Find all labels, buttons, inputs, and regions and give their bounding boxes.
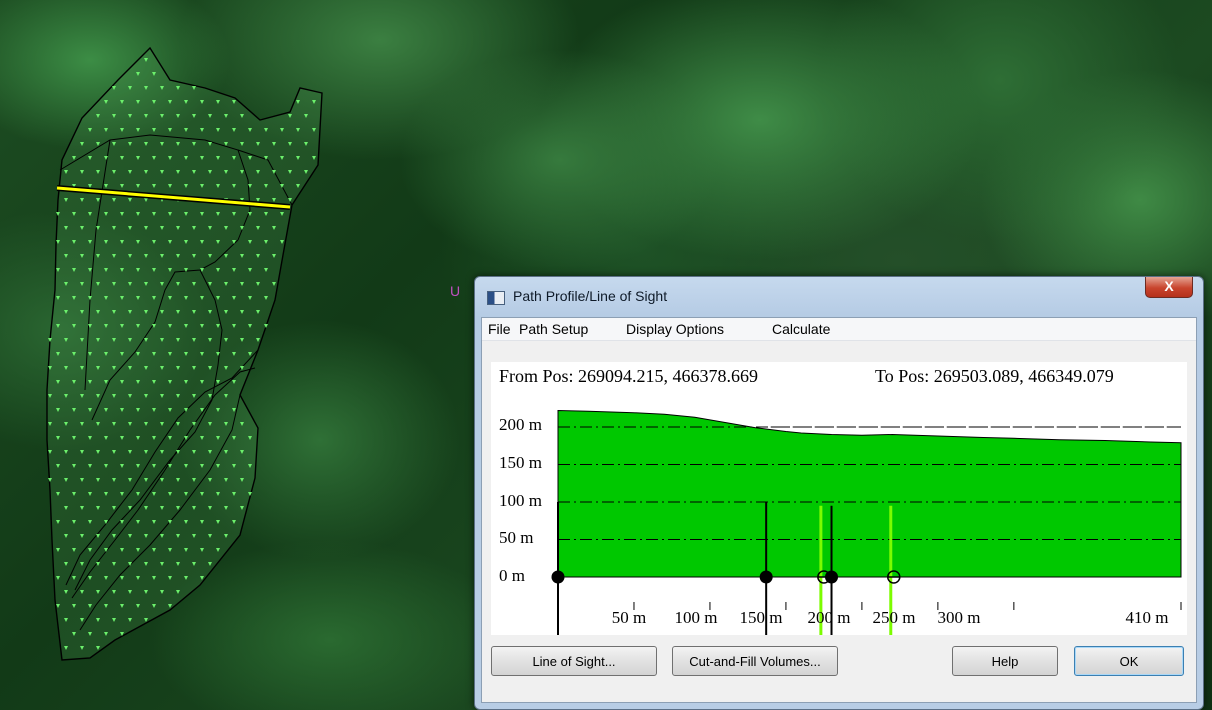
x-tick-label: 150 m <box>739 608 783 627</box>
line-of-sight-button[interactable]: Line of Sight... <box>491 646 657 676</box>
menu-calculate[interactable]: Calculate <box>772 321 830 337</box>
x-tick-label: 410 m <box>1125 608 1169 627</box>
x-tick-label: 250 m <box>872 608 916 627</box>
close-icon: X <box>1164 278 1174 294</box>
dialog-client: File Path Setup Display Options Calculat… <box>481 317 1197 703</box>
x-tick-label: 200 m <box>807 608 851 627</box>
menu-path-setup[interactable]: Path Setup <box>519 321 588 337</box>
cut-and-fill-button[interactable]: Cut-and-Fill Volumes... <box>672 646 838 676</box>
x-tick-label: 300 m <box>937 608 981 627</box>
menu-display-options[interactable]: Display Options <box>626 321 724 337</box>
y-tick-label: 0 m <box>499 566 525 585</box>
x-tick-label: 100 m <box>674 608 718 627</box>
ok-button[interactable]: OK <box>1074 646 1184 676</box>
y-tick-label: 200 m <box>499 415 542 434</box>
close-button[interactable]: X <box>1145 277 1193 298</box>
y-tick-label: 150 m <box>499 453 542 472</box>
title-bar[interactable]: Path Profile/Line of Sight X <box>475 277 1203 317</box>
terrain-area <box>557 409 1182 578</box>
area-boundary[interactable] <box>46 46 323 661</box>
menu-bar: File Path Setup Display Options Calculat… <box>482 318 1196 341</box>
window-icon <box>487 291 505 305</box>
y-tick-label: 50 m <box>499 528 534 547</box>
y-tick-label: 100 m <box>499 491 542 510</box>
profile-chart[interactable]: From Pos: 269094.215, 466378.669 To Pos:… <box>491 362 1187 635</box>
x-tick-label: 50 m <box>611 608 647 627</box>
path-profile-dialog[interactable]: Path Profile/Line of Sight X File Path S… <box>474 276 1204 710</box>
window-title: Path Profile/Line of Sight <box>513 288 668 304</box>
observer-point <box>551 570 565 584</box>
profile-plot[interactable] <box>491 362 1187 635</box>
cursor-marker: U <box>450 283 461 299</box>
menu-file[interactable]: File <box>488 321 511 337</box>
observer-point <box>759 570 773 584</box>
help-button[interactable]: Help <box>952 646 1058 676</box>
